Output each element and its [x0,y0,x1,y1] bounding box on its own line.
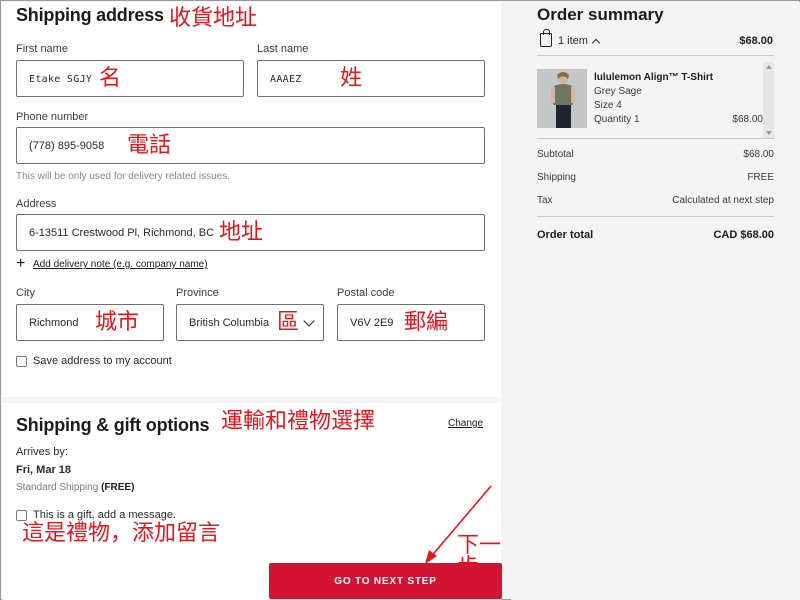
product-quantity: Quantity 1 [594,114,640,125]
order-summary-title: Order summary [537,5,664,24]
product-color: Grey Sage [594,86,642,97]
tax-label: Tax [537,195,553,206]
product-size: Size 4 [594,100,622,111]
divider [537,55,774,56]
order-summary-panel: Order summary 1 item $68.00 lululemon Al… [511,2,800,600]
checkout-page: Shipping address 收貨地址 First name Etake S… [0,0,800,600]
product-photo-icon [537,69,587,128]
product-image [537,69,587,128]
subtotal-value: $68.00 [743,149,774,160]
divider [537,138,774,139]
shipping-value: FREE [747,172,774,183]
order-total-value: CAD $68.00 [713,229,774,241]
chevron-up-icon[interactable] [591,38,601,48]
subtotal-label: Subtotal [537,149,574,160]
divider [537,216,774,217]
scroll-up-icon[interactable] [766,65,772,69]
shopping-bag-icon [540,29,552,47]
product-name[interactable]: lululemon Align™ T-Shirt [594,72,713,83]
scroll-down-icon[interactable] [766,131,772,135]
shipping-label: Shipping [537,172,576,183]
summary-total-top: $68.00 [739,35,773,47]
product-price: $68.00 [732,114,763,125]
order-total-label: Order total [537,229,594,241]
items-count-toggle[interactable]: 1 item [558,35,588,47]
items-scrollbar[interactable] [763,62,774,138]
tax-value: Calculated at next step [672,195,774,206]
